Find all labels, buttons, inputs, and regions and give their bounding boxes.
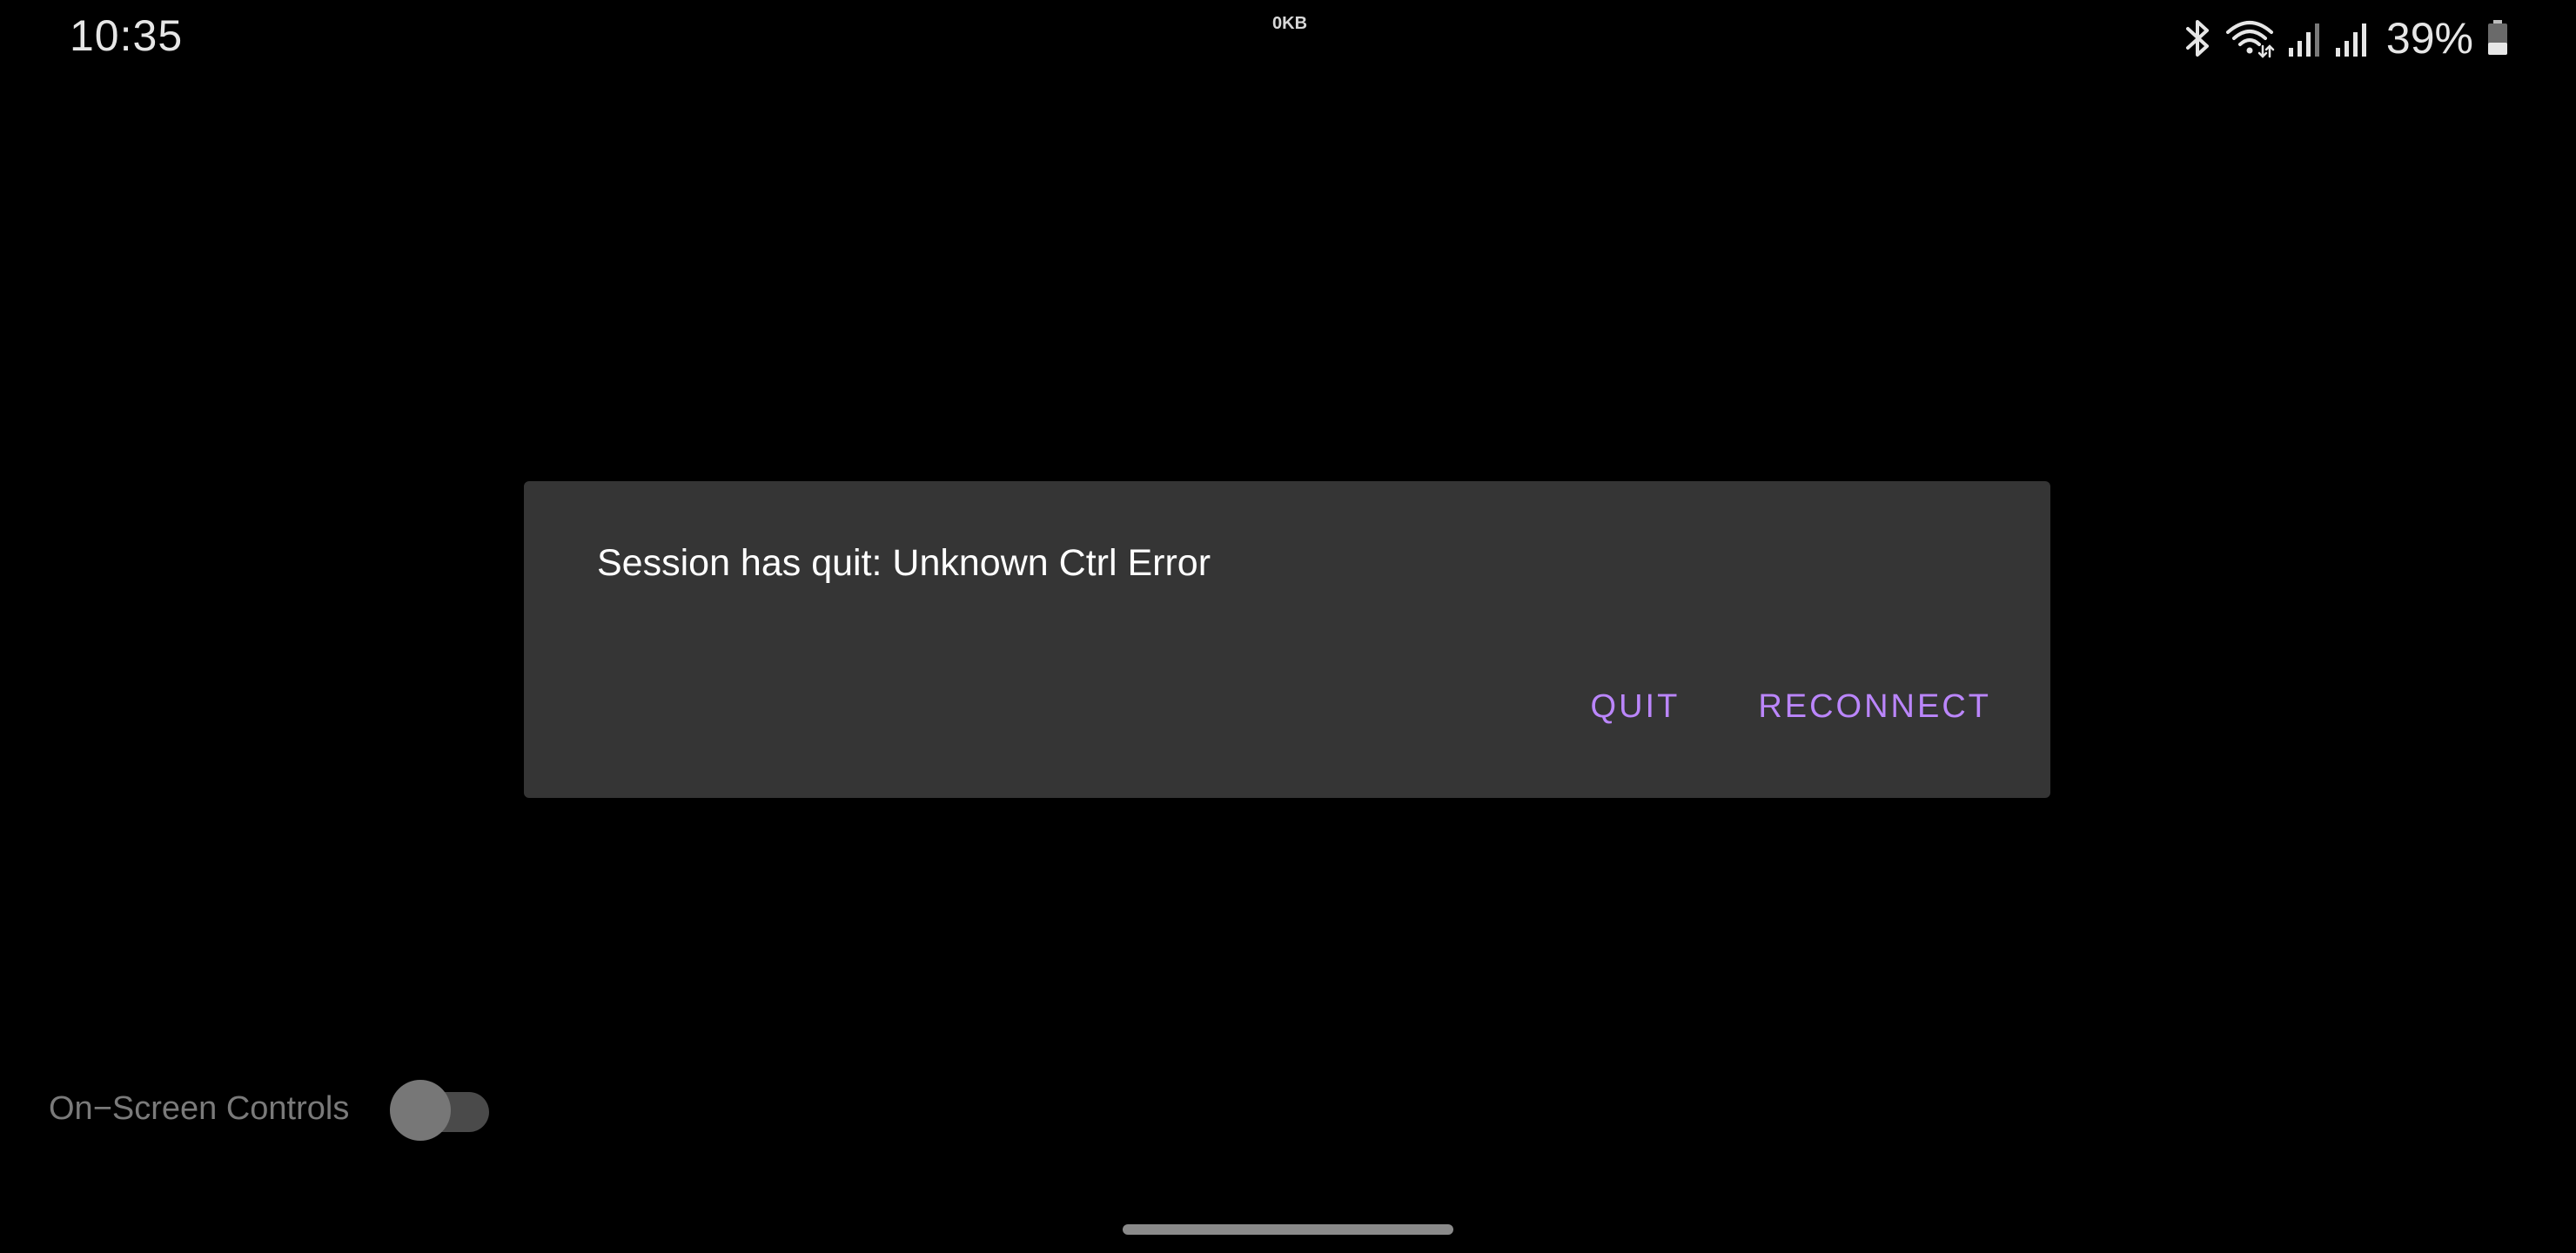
quit-button[interactable]: QUIT	[1591, 688, 1680, 726]
on-screen-controls-toggle[interactable]	[390, 1080, 491, 1141]
signal-icon	[2287, 18, 2322, 58]
reconnect-button[interactable]: RECONNECT	[1758, 688, 1991, 726]
error-dialog: Session has quit: Unknown Ctrl Error QUI…	[524, 481, 2050, 798]
bluetooth-icon	[2183, 18, 2212, 58]
dialog-message: Session has quit: Unknown Ctrl Error	[597, 542, 1211, 584]
battery-percent: 39%	[2385, 14, 2473, 63]
home-indicator[interactable]	[1123, 1224, 1453, 1235]
on-screen-controls-label: On−Screen Controls	[49, 1090, 350, 1127]
signal-icon	[2334, 18, 2369, 58]
toggle-thumb	[390, 1080, 451, 1141]
network-speed: 0KB	[1272, 14, 1308, 33]
dialog-actions: QUIT RECONNECT	[1591, 688, 1991, 726]
wifi-icon	[2224, 18, 2275, 58]
battery-icon	[2485, 18, 2510, 58]
status-time: 10:35	[70, 11, 184, 60]
screen: 10:35 0KB 39% Session has quit: Unknown …	[0, 0, 2576, 1253]
status-icons: 39%	[2183, 12, 2510, 64]
